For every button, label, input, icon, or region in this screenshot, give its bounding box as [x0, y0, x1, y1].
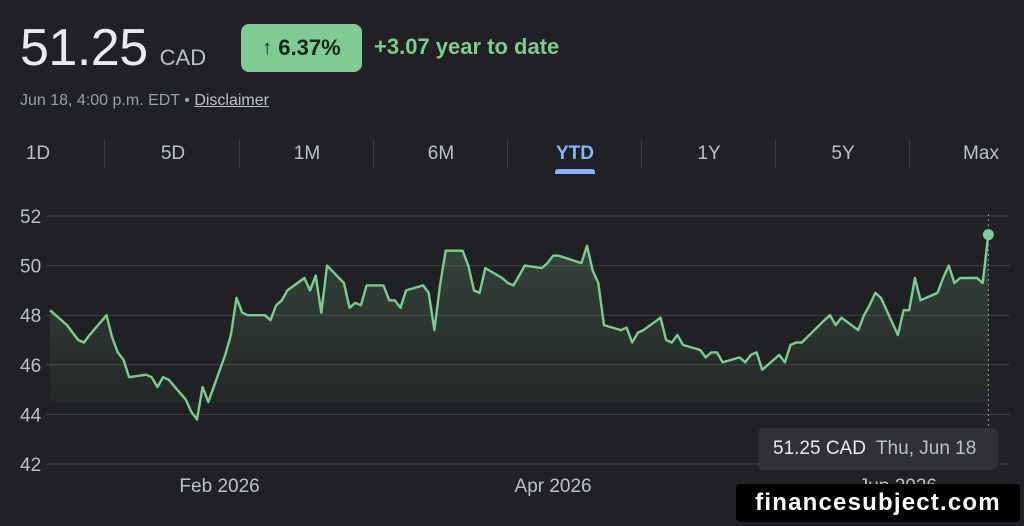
tab-ytd[interactable]: YTD [508, 136, 642, 174]
tab-1m[interactable]: 1M [240, 136, 374, 172]
tab-1d[interactable]: 1D [0, 136, 76, 172]
tab-divider [104, 140, 105, 168]
tab-5y[interactable]: 5Y [776, 136, 910, 172]
watermark: financesubject.com [736, 484, 1020, 522]
y-tick-label: 50 [20, 257, 41, 278]
tab-divider [909, 140, 910, 168]
quote-meta: Jun 18, 4:00 p.m. EDT • Disclaimer [20, 92, 269, 110]
tab-divider [507, 140, 508, 168]
tab-1y[interactable]: 1Y [642, 136, 776, 172]
arrow-up-icon: ↑ [262, 36, 273, 59]
disclaimer-link[interactable]: Disclaimer [194, 92, 269, 109]
tab-6m[interactable]: 6M [374, 136, 508, 172]
tooltip-price: 51.25 CAD [773, 438, 866, 459]
range-tabs: 1D 5D 1M 6M YTD 1Y 5Y Max [0, 136, 1024, 176]
price-row: 51.25 CAD [20, 18, 206, 78]
absolute-change: +3.07 year to date [374, 34, 560, 59]
meta-separator: • [184, 92, 190, 109]
y-tick-label: 44 [20, 405, 42, 426]
y-tick-label: 46 [20, 356, 41, 377]
tooltip-date: Thu, Jun 18 [875, 438, 977, 459]
tab-divider [775, 140, 776, 168]
tab-5d[interactable]: 5D [106, 136, 240, 172]
percent-change-value: 6.37% [278, 35, 341, 60]
tab-divider [373, 140, 374, 168]
quote-timestamp: Jun 18, 4:00 p.m. EDT [20, 92, 180, 109]
hover-tooltip: 51.25 CAD Thu, Jun 18 [758, 428, 998, 470]
hover-point [982, 229, 994, 241]
tab-divider [239, 140, 240, 168]
percent-change-badge: ↑ 6.37% [241, 24, 362, 72]
price-area [50, 234, 989, 420]
y-tick-label: 42 [20, 455, 41, 476]
x-tick-label: Feb 2026 [179, 476, 259, 497]
currency-label: CAD [159, 45, 207, 70]
x-tick-label: Apr 2026 [515, 476, 592, 497]
tab-max[interactable]: Max [934, 136, 1024, 172]
y-tick-label: 52 [20, 207, 41, 228]
current-price: 51.25 [20, 19, 148, 77]
tab-divider [641, 140, 642, 168]
y-tick-label: 48 [20, 306, 41, 327]
